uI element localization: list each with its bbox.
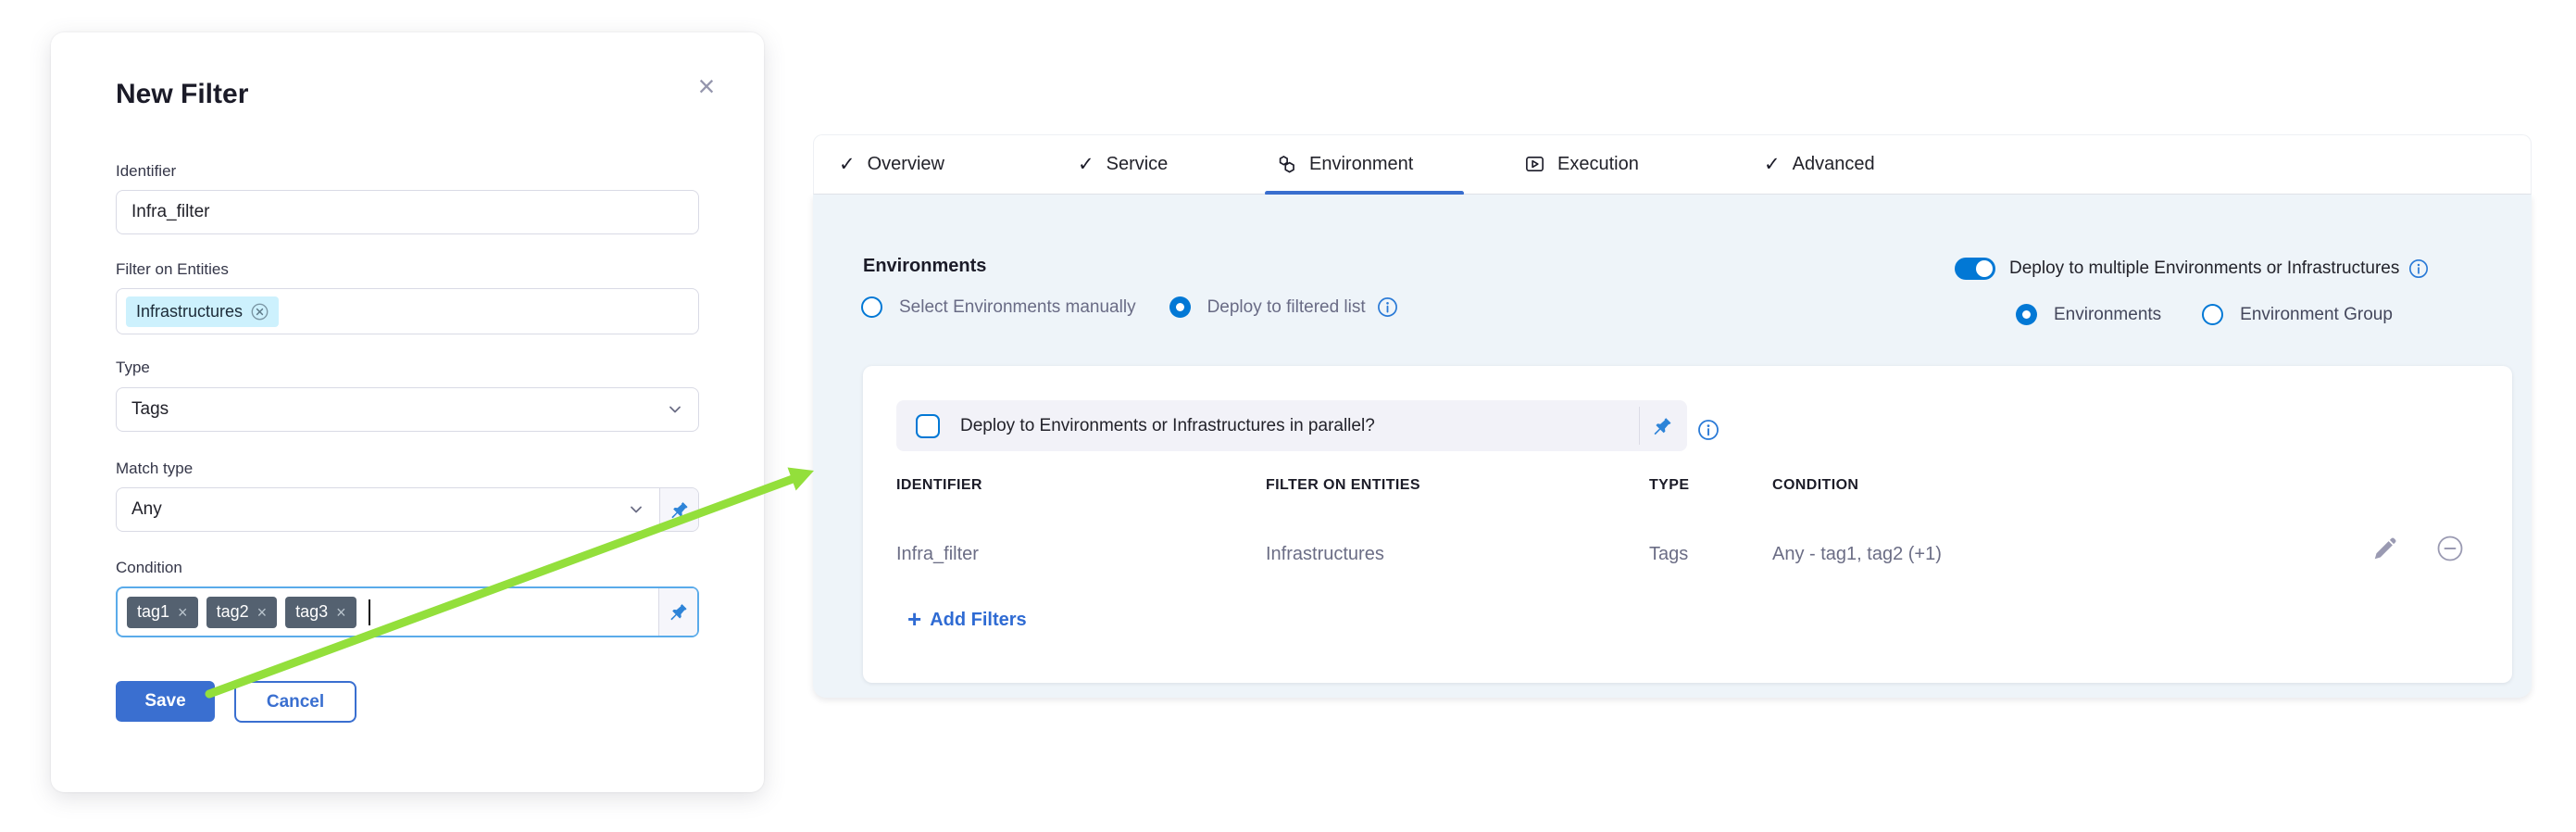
tab-advanced[interactable]: ✓ Advanced: [1764, 135, 1875, 194]
condition-tag-chip[interactable]: tag2 ×: [206, 597, 278, 628]
remove-tag-icon[interactable]: ×: [178, 604, 188, 621]
col-header: TYPE: [1649, 477, 1772, 494]
tab-label: Overview: [868, 154, 944, 175]
cancel-button[interactable]: Cancel: [234, 681, 356, 723]
remove-tag-icon[interactable]: ×: [257, 604, 268, 621]
tab-label: Service: [1107, 154, 1169, 175]
cell-filter-on-entities: Infrastructures: [1266, 544, 1649, 565]
filter-on-entities-label: Filter on Entities: [116, 260, 229, 279]
stage-tabbar: ✓ Overview ✓ Service Environment: [813, 134, 2532, 195]
remove-tag-icon[interactable]: ×: [336, 604, 346, 621]
pin-icon[interactable]: [1651, 415, 1673, 437]
environment-icon: [1276, 154, 1297, 175]
tab-service[interactable]: ✓ Service: [1078, 135, 1168, 194]
radio-environment-group[interactable]: [2202, 304, 2223, 325]
match-type-select[interactable]: Any: [116, 487, 699, 532]
environments-heading: Environments: [863, 256, 986, 277]
check-icon: ✓: [1078, 153, 1094, 176]
info-icon[interactable]: [1697, 419, 1719, 441]
text-cursor: [369, 599, 370, 625]
multi-env-toggle-row: Deploy to multiple Environments or Infra…: [1955, 258, 2429, 280]
info-icon[interactable]: [1377, 296, 1398, 318]
add-filters-label: Add Filters: [930, 610, 1026, 631]
type-label: Type: [116, 359, 150, 377]
filter-on-entities-field[interactable]: Infrastructures: [116, 288, 699, 334]
radio-environments[interactable]: [2016, 304, 2037, 325]
tab-execution[interactable]: Execution: [1524, 135, 1639, 194]
chevron-down-icon: [665, 399, 685, 420]
radio-label: Environments: [2054, 305, 2161, 325]
multi-env-toggle[interactable]: [1955, 258, 1995, 280]
pin-icon[interactable]: [659, 488, 698, 531]
info-icon[interactable]: [2408, 258, 2429, 279]
env-target-radios: Environments Environment Group: [2016, 304, 2393, 325]
condition-tag-chip[interactable]: tag3 ×: [285, 597, 356, 628]
condition-field[interactable]: tag1 × tag2 × tag3 ×: [116, 586, 699, 637]
col-header: CONDITION: [1772, 477, 2464, 494]
radio-label: Deploy to filtered list: [1207, 297, 1366, 318]
chip-label: tag2: [217, 602, 249, 622]
filters-table-header: IDENTIFIER FILTER ON ENTITIES TYPE CONDI…: [896, 477, 2464, 494]
save-button[interactable]: Save: [116, 681, 215, 722]
tab-label: Execution: [1557, 154, 1639, 175]
radio-label: Environment Group: [2240, 305, 2393, 325]
add-filters-button[interactable]: + Add Filters: [907, 609, 1027, 631]
radio-select-manually[interactable]: [861, 296, 882, 318]
check-icon: ✓: [1764, 153, 1781, 176]
filters-card: Deploy to Environments or Infrastructure…: [863, 366, 2512, 683]
new-filter-dialog: New Filter × Identifier Infra_filter Fil…: [51, 32, 764, 792]
close-icon[interactable]: ×: [690, 69, 723, 103]
pin-icon[interactable]: [658, 588, 697, 636]
radio-label: Select Environments manually: [899, 297, 1136, 318]
plus-icon: +: [907, 607, 921, 631]
match-type-value: Any: [131, 499, 162, 520]
tab-overview[interactable]: ✓ Overview: [839, 135, 944, 194]
entities-chip-label: Infrastructures: [136, 302, 243, 321]
remove-chip-icon[interactable]: [251, 303, 269, 321]
type-select[interactable]: Tags: [116, 387, 699, 432]
col-header: FILTER ON ENTITIES: [1266, 477, 1649, 494]
identifier-label: Identifier: [116, 162, 176, 181]
col-header: IDENTIFIER: [896, 477, 1266, 494]
parallel-checkbox-label: Deploy to Environments or Infrastructure…: [960, 416, 1375, 436]
cell-condition: Any - tag1, tag2 (+1): [1772, 544, 2464, 565]
parallel-checkbox[interactable]: [916, 414, 940, 438]
tab-label: Advanced: [1793, 154, 1875, 175]
match-type-label: Match type: [116, 460, 193, 478]
cell-type: Tags: [1649, 544, 1772, 565]
chip-label: tag3: [295, 602, 328, 622]
environment-panel: Environments Select Environments manuall…: [813, 195, 2532, 698]
parallel-option-bar: Deploy to Environments or Infrastructure…: [896, 400, 1687, 451]
toggle-label: Deploy to multiple Environments or Infra…: [2009, 258, 2399, 279]
identifier-field[interactable]: Infra_filter: [116, 190, 699, 234]
cell-identifier: Infra_filter: [896, 544, 1266, 565]
dialog-title: New Filter: [116, 79, 248, 110]
identifier-value: Infra_filter: [131, 202, 209, 222]
tab-environment[interactable]: Environment: [1276, 135, 1413, 194]
check-icon: ✓: [839, 153, 856, 176]
row-actions: [2371, 535, 2464, 562]
entities-chip[interactable]: Infrastructures: [126, 296, 279, 327]
condition-label: Condition: [116, 559, 182, 577]
table-row[interactable]: Infra_filter Infrastructures Tags Any - …: [896, 538, 2464, 570]
type-value: Tags: [131, 399, 169, 420]
radio-deploy-filtered-list[interactable]: [1169, 296, 1191, 318]
tab-label: Environment: [1309, 154, 1413, 175]
environment-mode-radios: Select Environments manually Deploy to f…: [861, 296, 1398, 318]
app-root: New Filter × Identifier Infra_filter Fil…: [0, 0, 2576, 832]
divider: [1639, 407, 1640, 445]
remove-row-icon[interactable]: [2436, 535, 2464, 562]
condition-tag-chip[interactable]: tag1 ×: [127, 597, 198, 628]
chevron-down-icon: [626, 499, 646, 520]
chip-label: tag1: [137, 602, 169, 622]
execution-icon: [1524, 154, 1545, 175]
edit-pencil-icon[interactable]: [2371, 535, 2399, 562]
